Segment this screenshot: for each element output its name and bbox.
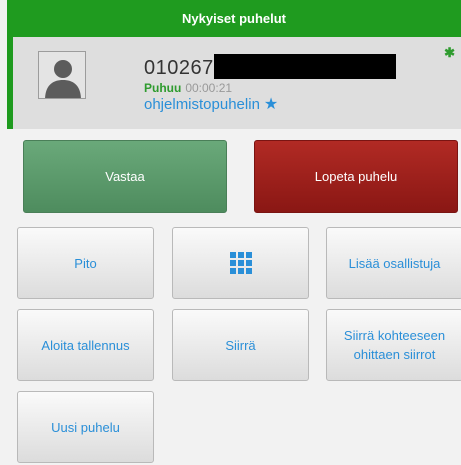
answer-label: Vastaa bbox=[105, 169, 145, 184]
transfer-button[interactable]: Siirrä bbox=[172, 309, 309, 381]
transfer-bypass-label: Siirrä kohteeseen ohittaen siirrot bbox=[343, 328, 446, 362]
keypad-icon bbox=[229, 252, 252, 274]
hangup-button[interactable]: Lopeta puhelu bbox=[254, 140, 458, 213]
star-icon[interactable]: ★ bbox=[264, 96, 278, 113]
call-status: Puhuu 00:00:21 bbox=[144, 81, 232, 95]
redacted-number-bar bbox=[214, 54, 396, 79]
transfer-bypass-button[interactable]: Siirrä kohteeseen ohittaen siirrot bbox=[326, 309, 461, 381]
hold-label: Pito bbox=[74, 255, 97, 271]
add-participant-button[interactable]: Lisää osallistuja bbox=[326, 227, 461, 299]
keypad-button[interactable] bbox=[172, 227, 309, 299]
start-recording-label: Aloita tallennus bbox=[41, 337, 130, 353]
transfer-label: Siirrä bbox=[225, 337, 256, 353]
add-participant-label: Lisää osallistuja bbox=[348, 255, 441, 271]
asterisk-icon: ✱ bbox=[444, 45, 455, 60]
start-recording-button[interactable]: Aloita tallennus bbox=[17, 309, 154, 381]
user-silhouette-icon bbox=[39, 52, 85, 98]
new-call-label: Uusi puhelu bbox=[51, 419, 120, 435]
header-title: Nykyiset puhelut bbox=[181, 11, 287, 26]
active-call-card[interactable]: 010267 Puhuu 00:00:21 ohjelmistopuhelin ★… bbox=[7, 37, 461, 129]
call-state: Puhuu bbox=[144, 81, 182, 95]
caller-number: 010267 bbox=[144, 57, 214, 79]
new-call-button[interactable]: Uusi puhelu bbox=[17, 391, 154, 463]
avatar bbox=[38, 51, 86, 99]
hangup-label: Lopeta puhelu bbox=[314, 169, 398, 184]
answer-button[interactable]: Vastaa bbox=[23, 140, 227, 213]
call-duration: 00:00:21 bbox=[185, 81, 233, 95]
current-calls-header: Nykyiset puhelut bbox=[7, 0, 461, 37]
call-channel[interactable]: ohjelmistopuhelin ★ bbox=[144, 96, 278, 113]
channel-label: ohjelmistopuhelin bbox=[144, 96, 260, 113]
hold-button[interactable]: Pito bbox=[17, 227, 154, 299]
